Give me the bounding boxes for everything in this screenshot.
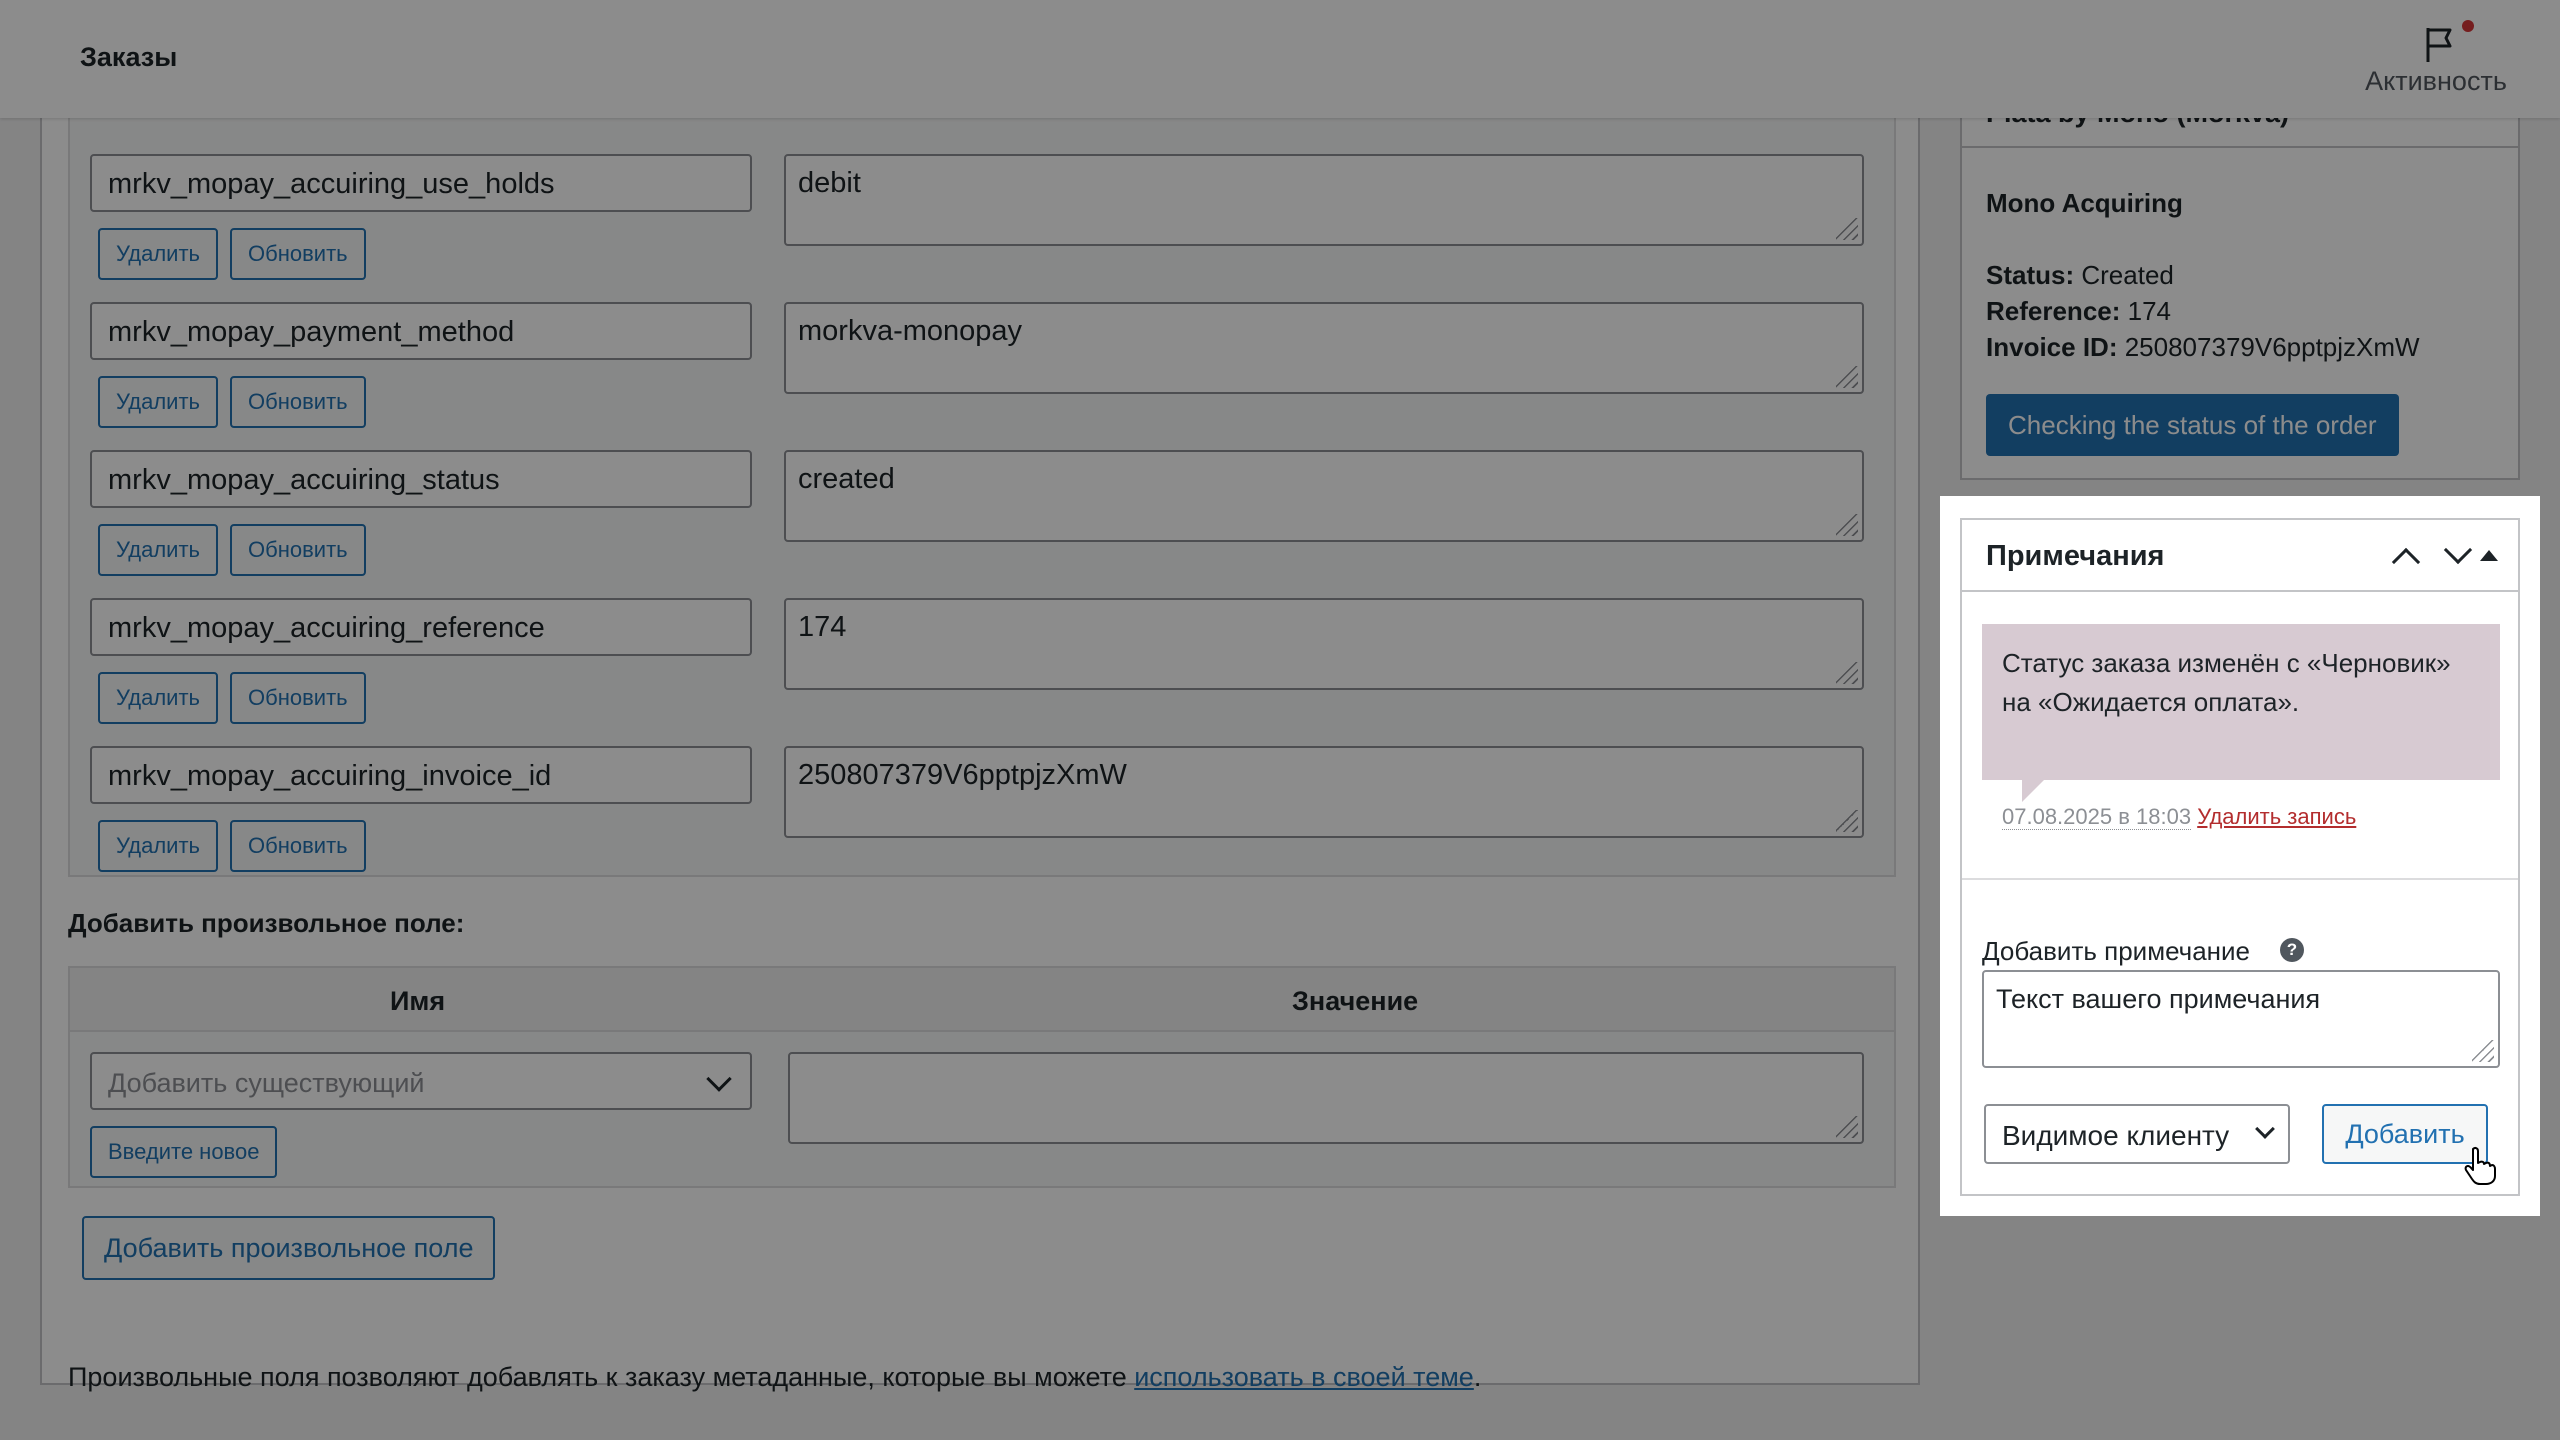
hand-cursor-icon [2464,1146,2496,1185]
resize-grip-icon[interactable] [1836,218,1858,240]
meta-value-textarea[interactable]: created [784,450,1864,542]
notes-title: Примечания [1986,540,2165,572]
meta-value-textarea[interactable]: debit [784,154,1864,246]
update-meta-button[interactable]: Обновить [230,524,366,576]
new-meta-header: Имя Значение [70,968,1894,1032]
existing-key-select[interactable]: Добавить существующий [90,1052,752,1110]
enter-new-button[interactable]: Введите новое [90,1126,278,1178]
update-meta-button[interactable]: Обновить [230,672,366,724]
activity-button[interactable]: Активность [2336,16,2536,106]
meta-value-textarea[interactable]: 174 [784,598,1864,690]
note-meta: 07.08.2025 в 18:03 Удалить запись [2002,804,2356,830]
delete-meta-button[interactable]: Удалить [98,524,218,576]
meta-row: mrkv_mopay_accuiring_use_holds debit Уда… [70,154,1898,302]
resize-grip-icon[interactable] [1836,366,1858,388]
new-meta-value-textarea[interactable] [788,1052,1864,1144]
resize-grip-icon[interactable] [1836,662,1858,684]
update-meta-button[interactable]: Обновить [230,376,366,428]
collapse-toggle-icon[interactable] [2480,550,2498,561]
delete-meta-button[interactable]: Удалить [98,376,218,428]
add-custom-field-heading: Добавить произвольное поле: [68,908,465,938]
meta-row: mrkv_mopay_accuiring_status created Удал… [70,450,1898,598]
notes-header: Примечания [1962,520,2518,592]
notes-highlight: Примечания Статус заказа изменён с «Черн… [1940,496,2540,1216]
add-custom-field-button[interactable]: Добавить произвольное поле [82,1216,496,1280]
notification-dot [2462,20,2474,32]
meta-row: mrkv_mopay_accuiring_reference 174 Удали… [70,598,1898,746]
top-bar: Заказы Активность [0,0,2560,118]
meta-list: mrkv_mopay_accuiring_use_holds debit Уда… [68,40,1898,877]
meta-value-textarea[interactable]: morkva-monopay [784,302,1864,394]
mono-reference: Reference: 174 [1986,296,2172,326]
chevron-down-icon [706,1066,732,1092]
meta-key-input[interactable]: mrkv_mopay_accuiring_invoice_id [90,746,752,804]
meta-key-input[interactable]: mrkv_mopay_accuiring_status [90,450,752,508]
divider [1962,878,2518,880]
note-content: Статус заказа изменён с «Черновик» на «О… [1982,624,2500,780]
resize-grip-icon[interactable] [2472,1040,2494,1062]
note-date: 07.08.2025 в 18:03 [2002,804,2192,830]
move-up-icon[interactable] [2391,547,2421,577]
mono-status: Status: Created [1986,260,2174,290]
meta-row: mrkv_mopay_payment_method morkva-monopay… [70,302,1898,450]
delete-meta-button[interactable]: Удалить [98,672,218,724]
order-notes-box: Примечания Статус заказа изменён с «Черн… [1960,518,2520,1196]
delete-meta-button[interactable]: Удалить [98,228,218,280]
resize-grip-icon[interactable] [1836,1116,1858,1138]
meta-value-textarea[interactable]: 250807379V6pptpjzXmW [784,746,1864,838]
resize-grip-icon[interactable] [1836,810,1858,832]
check-status-button[interactable]: Checking the status of the order [1986,394,2399,456]
mono-invoice: Invoice ID: 250807379V6pptpjzXmW [1986,332,2420,362]
note-textarea[interactable]: Текст вашего примечания [1982,970,2500,1068]
custom-fields-box: mrkv_mopay_accuiring_use_holds debit Уда… [40,40,1920,1392]
activity-label: Активность [2365,66,2507,96]
update-meta-button[interactable]: Обновить [230,820,366,872]
meta-key-input[interactable]: mrkv_mopay_accuiring_use_holds [90,154,752,212]
delete-meta-button[interactable]: Удалить [98,820,218,872]
col-value: Значение [1292,986,1419,1016]
select-placeholder: Добавить существующий [108,1068,425,1098]
meta-key-input[interactable]: mrkv_mopay_accuiring_reference [90,598,752,656]
note-tail [2022,780,2044,802]
delete-note-link[interactable]: Удалить запись [2197,804,2356,829]
new-meta-table: Имя Значение Добавить существующий Введи… [68,966,1896,1188]
theme-link[interactable]: использовать в своей теме [1134,1362,1474,1392]
page-title: Заказы [80,42,178,72]
help-icon[interactable]: ? [2280,938,2304,962]
mono-subtitle: Mono Acquiring [1986,188,2183,218]
add-note-label: Добавить примечание [1982,936,2251,966]
chevron-down-icon [2255,1119,2275,1139]
note-type-select[interactable]: Видимое клиенту [1984,1104,2290,1164]
resize-grip-icon[interactable] [1836,514,1858,536]
meta-key-input[interactable]: mrkv_mopay_payment_method [90,302,752,360]
custom-fields-footnote: Произвольные поля позволяют добавлять к … [68,1362,1482,1392]
update-meta-button[interactable]: Обновить [230,228,366,280]
flag-icon [2426,28,2452,62]
meta-row: mrkv_mopay_accuiring_invoice_id 25080737… [70,746,1898,894]
move-down-icon[interactable] [2443,535,2473,565]
col-name: Имя [390,986,446,1016]
